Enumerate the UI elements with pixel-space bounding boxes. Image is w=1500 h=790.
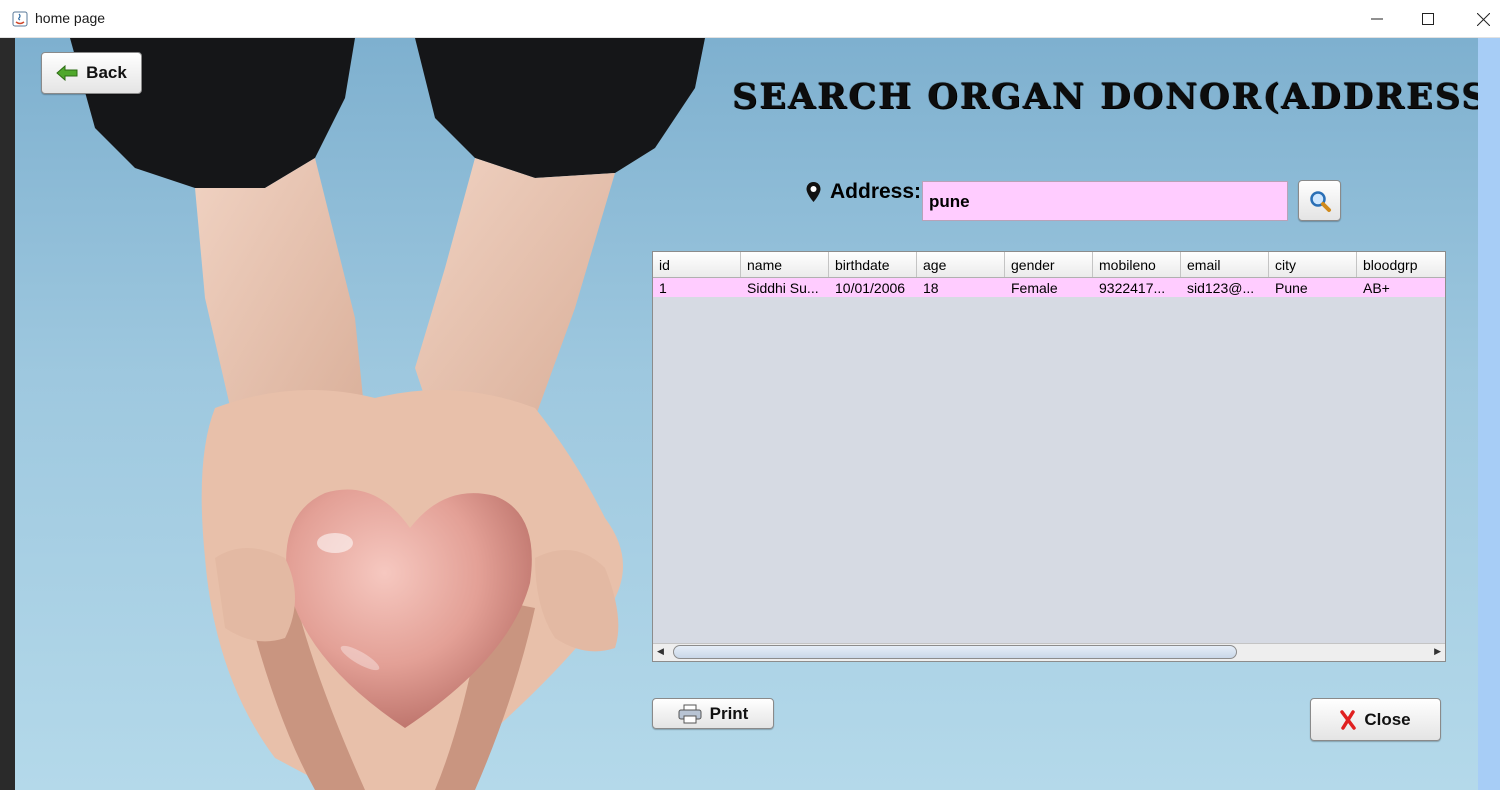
scrollbar-thumb[interactable] xyxy=(673,645,1237,659)
donor-table[interactable]: id name birthdate age gender mobileno em… xyxy=(652,251,1446,662)
cell-age: 18 xyxy=(923,280,939,296)
back-arrow-icon xyxy=(56,65,78,81)
close-button[interactable]: Close xyxy=(1310,698,1441,741)
close-button-label: Close xyxy=(1364,709,1411,729)
print-button[interactable]: Print xyxy=(652,698,774,729)
printer-icon xyxy=(678,704,702,723)
location-pin-icon xyxy=(806,182,821,202)
hands-heart-image xyxy=(70,38,705,790)
cell-bloodgrp: AB+ xyxy=(1363,280,1390,296)
minimize-button[interactable] xyxy=(1352,0,1402,38)
main-panel: Back SEARCH ORGAN DONOR(ADDRESS) Address… xyxy=(15,38,1478,790)
window-border xyxy=(0,38,15,790)
close-window-icon xyxy=(1476,12,1490,26)
cell-id: 1 xyxy=(659,280,667,296)
table-header: id name birthdate age gender mobileno em… xyxy=(653,252,1445,278)
window-title: home page xyxy=(35,10,106,26)
cell-name: Siddhi Su... xyxy=(747,280,819,296)
scroll-right-icon[interactable]: ▶ xyxy=(1434,647,1441,657)
cell-mobileno: 9322417... xyxy=(1099,280,1166,296)
table-row[interactable]: 1 Siddhi Su... 10/01/2006 18 Female 9322… xyxy=(653,278,1445,297)
maximize-button[interactable] xyxy=(1403,0,1453,38)
column-header-birthdate[interactable]: birthdate xyxy=(829,252,917,277)
address-input[interactable]: pune xyxy=(922,181,1288,221)
title-bar: home page xyxy=(0,0,1500,38)
app-window: home page Back SEARCH ORGAN DONOR(ADDRES… xyxy=(0,0,1500,790)
page-title: SEARCH ORGAN DONOR(ADDRESS) xyxy=(732,76,1478,117)
cell-birthdate: 10/01/2006 xyxy=(835,280,906,296)
address-label-group: Address: xyxy=(805,180,921,204)
column-header-gender[interactable]: gender xyxy=(1005,252,1093,277)
cell-email: sid123@... xyxy=(1187,280,1255,296)
maximize-icon xyxy=(1422,13,1434,25)
cell-gender: Female xyxy=(1011,280,1058,296)
horizontal-scrollbar[interactable]: ◀ ▶ xyxy=(653,643,1445,661)
column-header-id[interactable]: id xyxy=(653,252,741,277)
back-button[interactable]: Back xyxy=(41,52,142,94)
column-header-bloodgrp[interactable]: bloodgrp xyxy=(1357,252,1445,277)
window-border-right xyxy=(1478,38,1500,790)
address-label: Address: xyxy=(830,180,922,203)
column-header-name[interactable]: name xyxy=(741,252,829,277)
print-button-label: Print xyxy=(709,703,749,723)
back-button-label: Back xyxy=(86,63,127,82)
column-header-mobileno[interactable]: mobileno xyxy=(1093,252,1181,277)
search-button[interactable] xyxy=(1298,180,1341,221)
column-header-email[interactable]: email xyxy=(1181,252,1269,277)
cell-city: Pune xyxy=(1275,280,1308,296)
minimize-icon xyxy=(1371,18,1383,20)
column-header-age[interactable]: age xyxy=(917,252,1005,277)
scroll-left-icon[interactable]: ◀ xyxy=(657,647,664,657)
column-header-city[interactable]: city xyxy=(1269,252,1357,277)
red-x-icon xyxy=(1340,709,1357,730)
magnifier-icon xyxy=(1309,190,1331,212)
java-app-icon xyxy=(12,11,28,27)
close-window-button[interactable] xyxy=(1458,0,1500,38)
